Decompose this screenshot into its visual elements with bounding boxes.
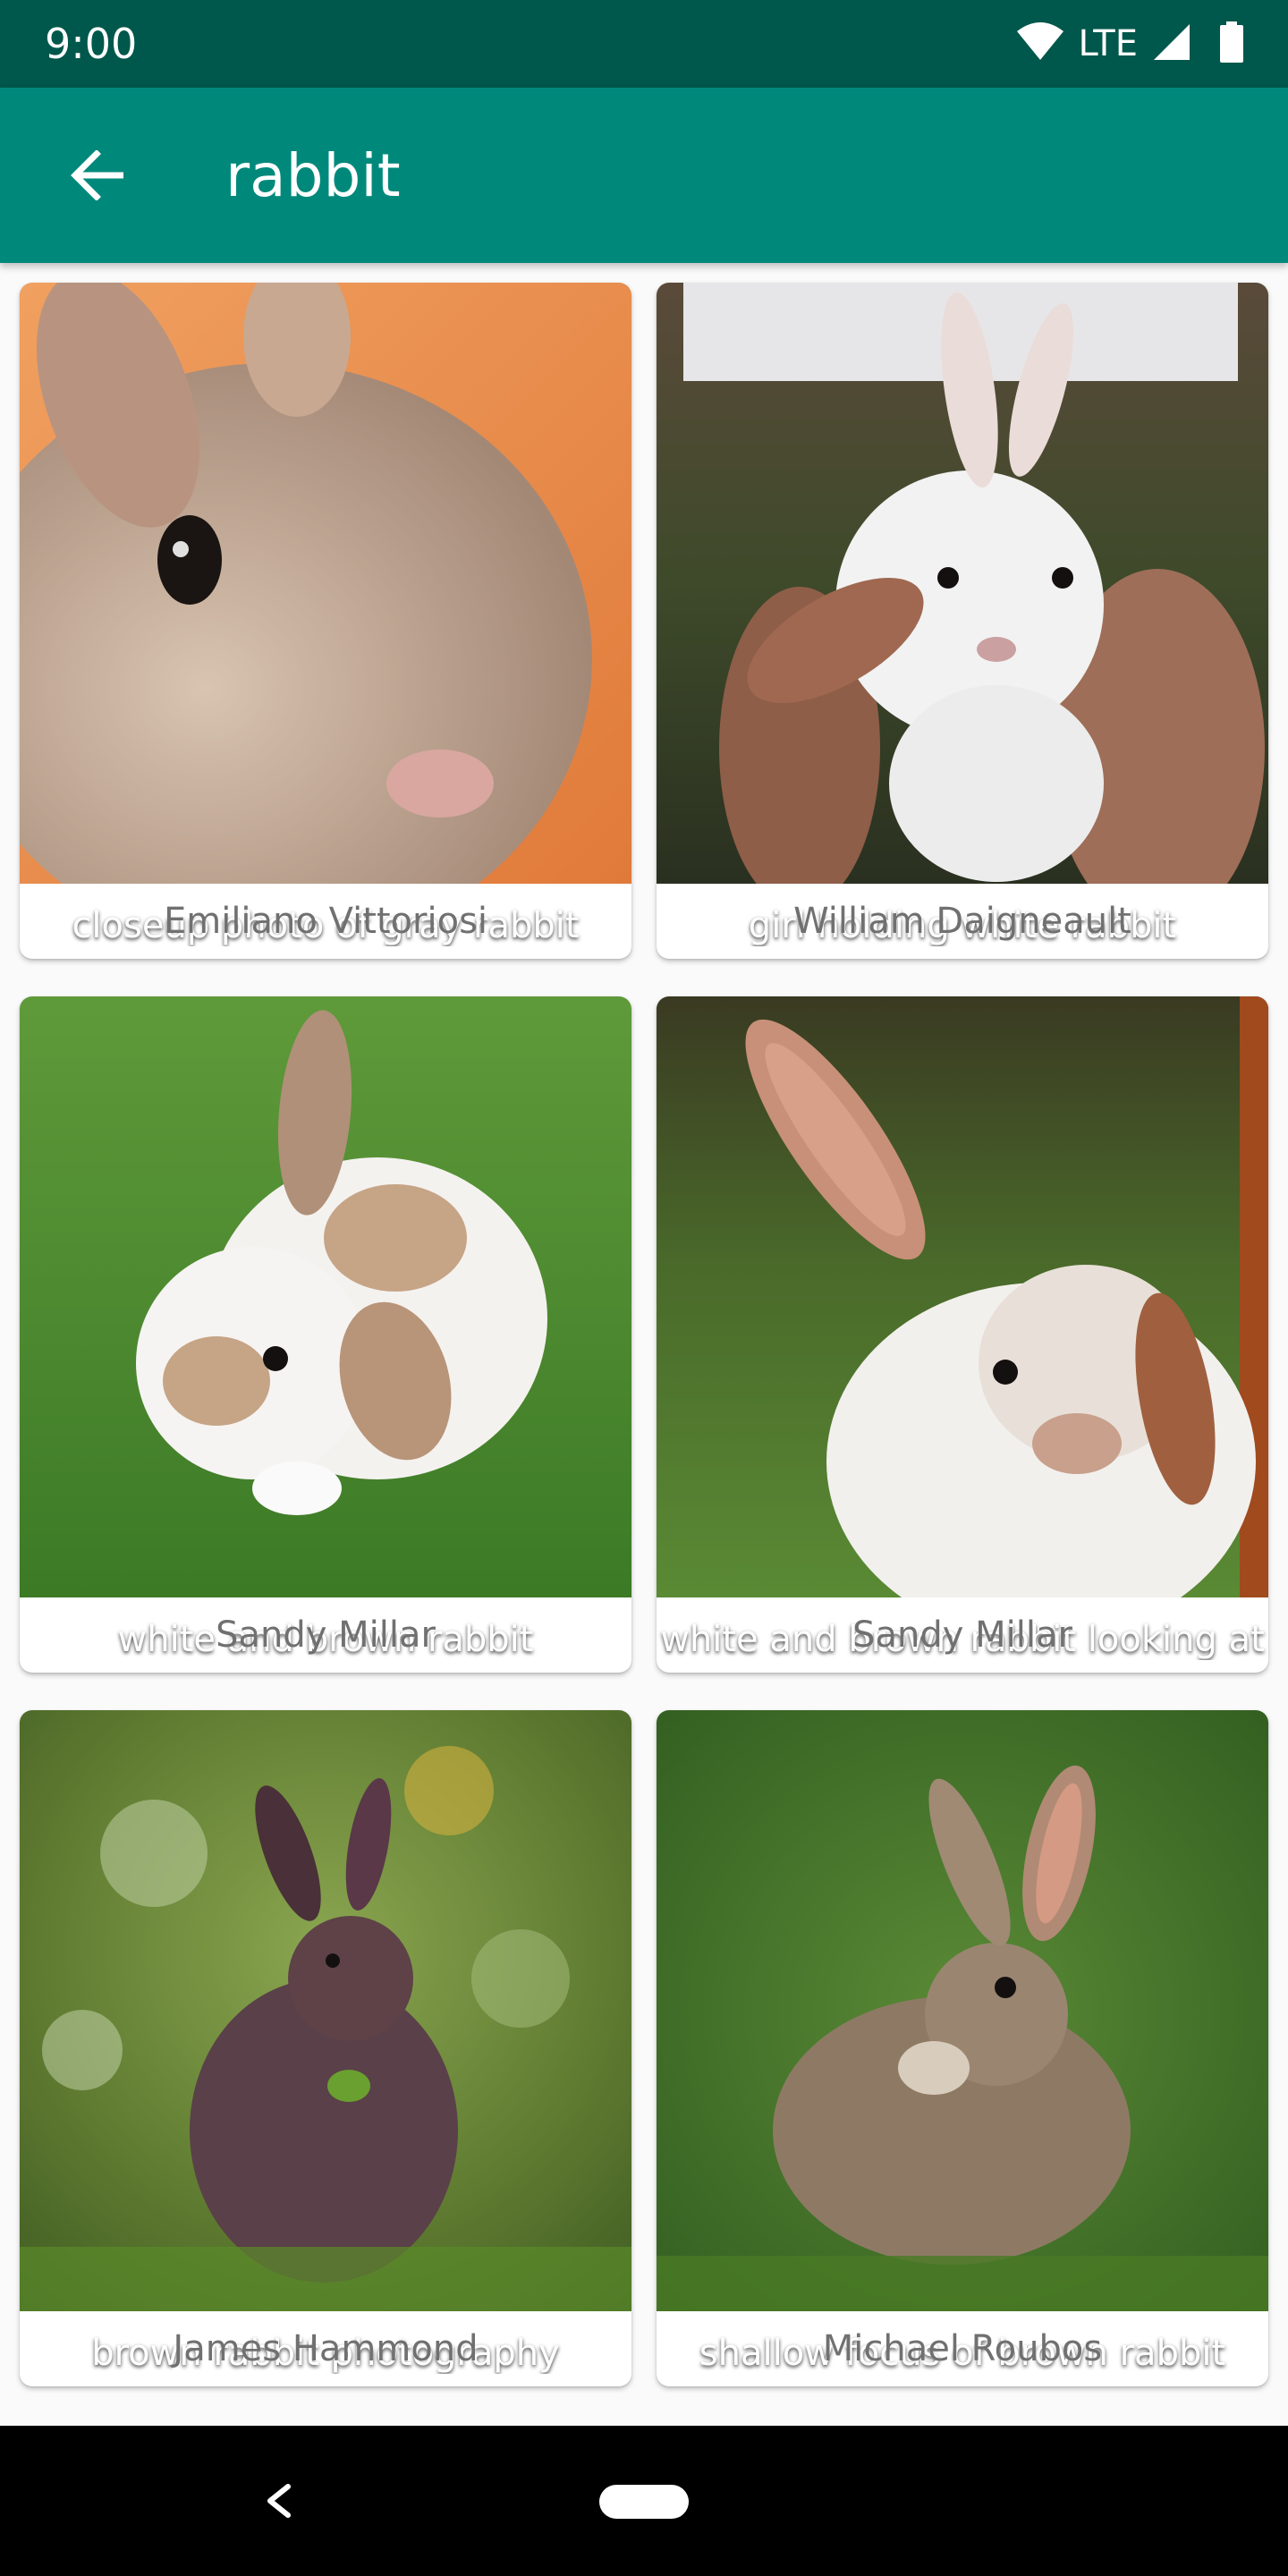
page-title: rabbit [225, 140, 401, 210]
photo-image [20, 1710, 631, 2311]
photo-card[interactable]: closeup photo of gray rabbit Emiliano Vi… [20, 283, 631, 959]
battery-icon [1220, 21, 1243, 67]
photo-author: William Daigneault [793, 901, 1131, 942]
photo-card[interactable]: brown rabbit photography James Hammond [20, 1710, 631, 2386]
status-icons: LTE [1016, 21, 1243, 67]
photo-image [657, 1710, 1268, 2311]
nav-back-icon[interactable] [259, 2474, 295, 2528]
signal-icon [1152, 22, 1191, 66]
app-bar: rabbit [0, 88, 1288, 263]
photo-card[interactable]: girl holding white rabbit William Daigne… [657, 283, 1268, 959]
home-pill-icon[interactable] [599, 2485, 689, 2519]
back-button[interactable] [52, 131, 141, 220]
status-bar: 9:00 LTE [0, 0, 1288, 88]
arrow-back-icon [71, 150, 123, 200]
navigation-bar [0, 2426, 1288, 2576]
photo-image [657, 283, 1268, 884]
photo-author: Michael Roubos [822, 2328, 1103, 2369]
photo-author: Sandy Millar [216, 1614, 436, 1656]
photo-card[interactable]: shallow focus of brown rabbit Michael Ro… [657, 1710, 1268, 2386]
photo-image [657, 996, 1268, 1597]
network-type: LTE [1078, 23, 1138, 64]
photo-author: Sandy Millar [852, 1614, 1072, 1656]
photo-image [20, 996, 631, 1597]
status-time: 9:00 [45, 20, 138, 68]
photo-author: Emiliano Vittoriosi [163, 901, 488, 942]
wifi-icon [1016, 21, 1064, 66]
photo-card[interactable]: white and brown rabbit looking at Sandy … [657, 996, 1268, 1673]
photo-image [20, 283, 631, 884]
photo-author: James Hammond [173, 2328, 479, 2369]
photo-card[interactable]: white and brown rabbit Sandy Millar [20, 996, 631, 1673]
